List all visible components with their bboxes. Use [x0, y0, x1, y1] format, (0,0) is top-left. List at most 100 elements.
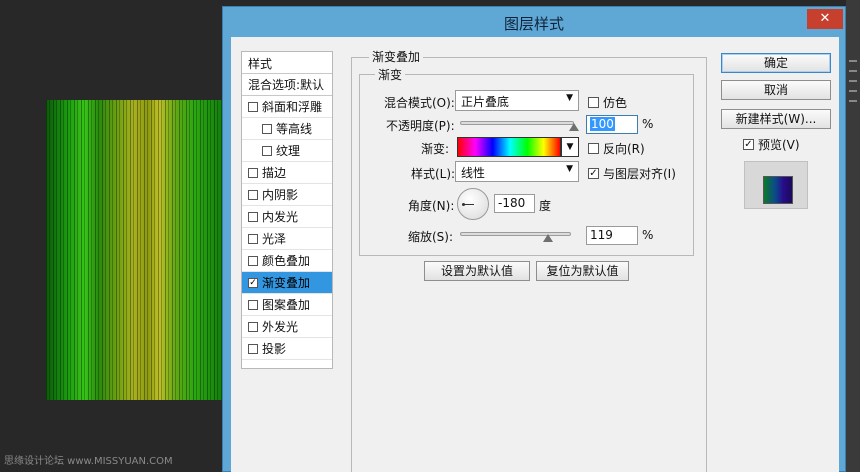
scale-unit: %	[642, 228, 654, 242]
angle-value: -180	[498, 196, 526, 210]
checkbox[interactable]	[248, 255, 258, 266]
style-item-contour[interactable]: 等高线	[242, 118, 332, 140]
checkbox[interactable]	[588, 143, 599, 154]
style-list-header[interactable]: 样式	[242, 52, 332, 74]
opacity-label: 不透明度(P):	[386, 119, 455, 133]
dither-label: 仿色	[603, 96, 628, 110]
opacity-input[interactable]: 100	[586, 115, 638, 134]
style-item-drop-shadow[interactable]: 投影	[242, 338, 332, 360]
gradient-overlay-group-title: 渐变叠加	[369, 48, 424, 65]
cancel-button[interactable]: 取消	[721, 80, 831, 100]
angle-input[interactable]: -180	[494, 194, 535, 213]
style-item-texture[interactable]: 纹理	[242, 140, 332, 162]
preview-label: 预览(V)	[758, 138, 800, 152]
checkbox[interactable]	[248, 321, 258, 332]
blend-mode-value: 正片叠底	[461, 95, 510, 109]
style-item-gradient-overlay[interactable]: ✓ 渐变叠加	[242, 272, 332, 294]
checkbox[interactable]	[248, 343, 258, 354]
style-item-label: 颜色叠加	[262, 254, 311, 268]
opacity-slider[interactable]	[460, 121, 574, 125]
checkmark-icon[interactable]: ✓	[588, 168, 599, 179]
style-label: 样式(L):	[411, 167, 456, 181]
chevron-down-icon: ▼	[566, 164, 573, 174]
dialog-title: 图层样式	[503, 15, 564, 33]
make-default-button[interactable]: 设置为默认值	[424, 261, 530, 281]
close-button[interactable]: ✕	[807, 9, 843, 29]
gradient-label: 渐变:	[421, 142, 450, 156]
scale-value: 119	[590, 228, 613, 242]
opacity-unit: %	[642, 117, 654, 131]
style-item-label: 外发光	[262, 320, 299, 334]
panel-icon	[849, 90, 857, 92]
checkbox[interactable]	[248, 189, 258, 200]
opacity-value: 100	[590, 117, 615, 131]
gradient-subgroup-title: 渐变	[375, 66, 406, 83]
checkbox[interactable]	[248, 101, 258, 112]
angle-dot	[462, 203, 465, 206]
scale-label: 缩放(S):	[408, 230, 454, 244]
checkbox[interactable]	[588, 97, 599, 108]
scale-slider-thumb[interactable]	[542, 234, 553, 242]
ok-button[interactable]: 确定	[721, 53, 831, 73]
gradient-picker[interactable]	[457, 137, 561, 157]
watermark: 思缘设计论坛 www.MISSYUAN.COM	[4, 456, 173, 467]
style-item-label: 渐变叠加	[262, 276, 311, 290]
style-item-label: 纹理	[276, 144, 301, 158]
style-list: 样式 混合选项:默认 斜面和浮雕 等高线 纹理 描边 内阴影 内发光 光泽 颜色…	[241, 51, 333, 369]
style-item-label: 描边	[262, 166, 287, 180]
dialog-body: 样式 混合选项:默认 斜面和浮雕 等高线 纹理 描边 内阴影 内发光 光泽 颜色…	[231, 37, 839, 472]
style-item-inner-shadow[interactable]: 内阴影	[242, 184, 332, 206]
style-item-label: 内阴影	[262, 188, 299, 202]
dialog-titlebar[interactable]: 图层样式 ✕	[223, 7, 845, 37]
style-item-label: 等高线	[276, 122, 313, 136]
layer-style-dialog: 图层样式 ✕ 样式 混合选项:默认 斜面和浮雕 等高线 纹理 描边 内阴影 内发…	[222, 6, 846, 472]
preview-swatch	[763, 176, 793, 204]
checkbox[interactable]	[262, 145, 272, 156]
style-item-label: 投影	[262, 342, 287, 356]
style-item-color-overlay[interactable]: 颜色叠加	[242, 250, 332, 272]
chevron-down-icon: ▼	[566, 93, 573, 103]
style-item-label: 斜面和浮雕	[262, 100, 323, 114]
checkbox[interactable]	[248, 167, 258, 178]
style-preview	[744, 161, 808, 209]
style-item-bevel-emboss[interactable]: 斜面和浮雕	[242, 96, 332, 118]
style-item-inner-glow[interactable]: 内发光	[242, 206, 332, 228]
style-item-label: 内发光	[262, 210, 299, 224]
chevron-down-icon[interactable]: ▼	[561, 137, 579, 157]
checkmark-icon[interactable]: ✓	[248, 277, 258, 288]
style-item-pattern-overlay[interactable]: 图案叠加	[242, 294, 332, 316]
style-item-label: 光泽	[262, 232, 287, 246]
align-with-layer-checkbox[interactable]: ✓ 与图层对齐(I)	[588, 165, 676, 182]
gradient-style-value: 线性	[461, 166, 486, 180]
opacity-slider-thumb[interactable]	[569, 123, 579, 131]
close-icon: ✕	[819, 11, 831, 26]
checkbox[interactable]	[248, 233, 258, 244]
style-item-stroke[interactable]: 描边	[242, 162, 332, 184]
checkmark-icon[interactable]: ✓	[743, 139, 754, 150]
reverse-checkbox[interactable]: 反向(R)	[588, 140, 645, 157]
gradient-style-select[interactable]: 线性 ▼	[455, 161, 579, 182]
style-item-outer-glow[interactable]: 外发光	[242, 316, 332, 338]
reverse-label: 反向(R)	[603, 142, 645, 156]
panel-icon	[849, 70, 857, 72]
dither-checkbox[interactable]: 仿色	[588, 94, 627, 111]
panel-icon	[849, 100, 857, 102]
panel-icon	[849, 80, 857, 82]
style-item-label: 图案叠加	[262, 298, 311, 312]
style-item-satin[interactable]: 光泽	[242, 228, 332, 250]
blend-mode-select[interactable]: 正片叠底 ▼	[455, 90, 579, 111]
align-label: 与图层对齐(I)	[603, 167, 676, 181]
checkbox[interactable]	[248, 299, 258, 310]
preview-checkbox[interactable]: ✓ 预览(V)	[743, 136, 800, 153]
angle-dial[interactable]	[457, 188, 489, 220]
scale-input[interactable]: 119	[586, 226, 638, 245]
style-item-blending-options[interactable]: 混合选项:默认	[242, 74, 332, 96]
angle-label: 角度(N):	[408, 199, 455, 213]
scale-slider[interactable]	[460, 232, 571, 236]
new-style-button[interactable]: 新建样式(W)...	[721, 109, 831, 129]
right-panel-strip	[846, 0, 860, 472]
checkbox[interactable]	[248, 211, 258, 222]
reset-default-button[interactable]: 复位为默认值	[536, 261, 629, 281]
panel-icon	[849, 60, 857, 62]
checkbox[interactable]	[262, 123, 272, 134]
